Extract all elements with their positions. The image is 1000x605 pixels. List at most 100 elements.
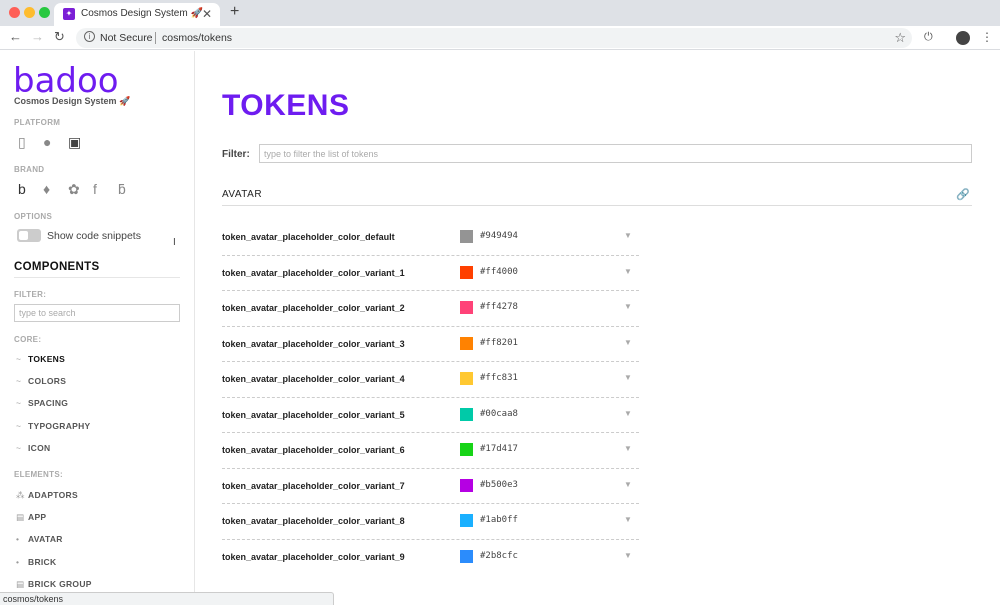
sidebar-item-icon[interactable]: ~ ICON [16, 443, 50, 453]
apple-icon[interactable]: ● [43, 134, 68, 150]
token-row[interactable]: token_avatar_placeholder_color_variant_3… [222, 327, 639, 362]
sidebar-item-label: APP [28, 512, 47, 522]
reload-icon[interactable]: ↻ [54, 29, 65, 45]
chevron-down-icon[interactable]: ▼ [624, 409, 632, 418]
sidebar: badoo Cosmos Design System 🚀 PLATFORM ▯ ●… [0, 51, 195, 605]
token-row[interactable]: token_avatar_placeholder_color_variant_6… [222, 433, 639, 469]
security-label: Not Secure [100, 32, 153, 44]
color-swatch [460, 407, 473, 421]
token-name: token_avatar_placeholder_color_variant_3 [222, 338, 405, 349]
address-divider [155, 32, 156, 44]
info-icon[interactable]: i [84, 31, 95, 42]
bumble-brand-icon[interactable]: ƃ [118, 181, 143, 197]
badoo-favicon-icon: ✦ [63, 8, 75, 20]
power-icon[interactable]: ⏻ [924, 31, 933, 44]
sidebar-item-avatar[interactable]: • AVATAR [16, 534, 63, 544]
core-label: CORE: [14, 335, 42, 344]
color-swatch [460, 372, 473, 385]
address-bar[interactable]: i Not Secure cosmos/tokens ☆ [76, 28, 912, 48]
token-hex-value: #17d417 [480, 444, 518, 454]
chevron-down-icon[interactable]: ▼ [624, 267, 632, 276]
window-close-button[interactable] [9, 7, 20, 18]
color-swatch [460, 301, 473, 314]
web-platform-icon[interactable]: ▯ [18, 134, 43, 151]
kebab-menu-icon[interactable]: ⋮ [981, 30, 993, 44]
token-hex-value: #ff4000 [480, 266, 518, 277]
sidebar-item-adaptors[interactable]: ⁂ ADAPTORS [16, 490, 78, 501]
chevron-down-icon[interactable]: ▼ [624, 515, 632, 524]
chevron-down-icon[interactable]: ▼ [624, 302, 632, 311]
sidebar-item-label: SPACING [28, 398, 69, 408]
close-tab-icon[interactable]: ✕ [202, 7, 212, 21]
sidebar-item-colors[interactable]: ~ COLORS [16, 376, 66, 386]
color-swatch [460, 265, 473, 279]
brand-icons: b ♦ ✿ f ƃ [18, 181, 143, 198]
profile-avatar[interactable] [956, 31, 970, 45]
sidebar-item-tokens[interactable]: ~ TOKENS [16, 354, 65, 364]
token-row[interactable]: token_avatar_placeholder_color_variant_9… [222, 540, 639, 576]
item-bullet: ~ [16, 443, 22, 453]
sidebar-item-label: TYPOGRAPHY [28, 421, 91, 431]
window-minimize-button[interactable] [24, 7, 35, 18]
badoo-brand-icon[interactable]: b [18, 181, 43, 197]
sidebar-item-brick[interactable]: • BRICK [16, 557, 56, 567]
android-icon[interactable]: ▣ [68, 134, 93, 151]
token-row[interactable]: token_avatar_placeholder_color_variant_4… [222, 362, 639, 398]
token-name: token_avatar_placeholder_color_default [222, 232, 395, 242]
status-bar-url: cosmos/tokens [0, 592, 334, 605]
chevron-down-icon[interactable]: ▼ [624, 338, 632, 347]
new-tab-button[interactable]: + [230, 3, 239, 21]
color-swatch [460, 549, 473, 563]
brand-label: BRAND [14, 165, 45, 174]
token-row[interactable]: token_avatar_placeholder_color_default #9… [222, 220, 639, 256]
sidebar-item-spacing[interactable]: ~ SPACING [16, 398, 68, 408]
token-row[interactable]: token_avatar_placeholder_color_variant_8… [222, 504, 639, 540]
section-divider [222, 205, 972, 206]
forward-arrow-icon[interactable]: → [31, 29, 44, 44]
token-hex-value: #949494 [480, 231, 518, 241]
sidebar-item-typography[interactable]: ~ TYPOGRAPHY [16, 421, 91, 431]
color-swatch [460, 230, 473, 243]
component-search-input[interactable]: type to search [14, 304, 180, 322]
bookmark-star-icon[interactable]: ☆ [894, 30, 906, 46]
url-text[interactable]: cosmos/tokens [162, 32, 232, 44]
color-swatch [460, 514, 473, 527]
sidebar-item-app[interactable]: ▤ APP [16, 512, 46, 523]
token-name: token_avatar_placeholder_color_variant_9 [222, 551, 405, 562]
tab-title: Cosmos Design System 🚀 [81, 8, 203, 19]
code-snippets-toggle[interactable] [17, 229, 41, 242]
sidebar-item-label: AVATAR [28, 534, 63, 544]
token-row[interactable]: token_avatar_placeholder_color_variant_2… [222, 291, 639, 327]
item-bullet: ~ [16, 354, 22, 364]
browser-toolbar: ← → ↻ i Not Secure cosmos/tokens ☆ ⏻ ⋮ [0, 26, 1000, 50]
sidebar-item-label: BRICK GROUP [28, 579, 92, 589]
avatar-icon: • [16, 534, 20, 544]
fiesta-brand-icon[interactable]: f [93, 181, 118, 197]
chevron-down-icon[interactable]: ▼ [624, 444, 632, 453]
code-snippets-label[interactable]: Show code snippets [47, 230, 141, 242]
back-arrow-icon[interactable]: ← [9, 29, 22, 44]
app-icon: ▤ [16, 512, 25, 522]
token-name: token_avatar_placeholder_color_variant_8 [222, 516, 405, 526]
blendr-brand-icon[interactable]: ♦ [43, 181, 68, 197]
token-row[interactable]: token_avatar_placeholder_color_variant_5… [222, 398, 639, 433]
platform-icons: ▯ ● ▣ [18, 134, 93, 151]
token-filter-input[interactable]: type to filter the list of tokens [259, 144, 972, 163]
token-row[interactable]: token_avatar_placeholder_color_variant_7… [222, 469, 639, 504]
filter-label: Filter: [222, 149, 250, 160]
chevron-down-icon[interactable]: ▼ [624, 480, 632, 489]
token-hex-value: #00caa8 [480, 408, 518, 419]
window-maximize-button[interactable] [39, 7, 50, 18]
chevron-down-icon[interactable]: ▼ [624, 373, 632, 382]
elements-label: ELEMENTS: [14, 470, 63, 479]
chevron-down-icon[interactable]: ▼ [624, 231, 632, 240]
hotornot-brand-icon[interactable]: ✿ [68, 181, 93, 198]
sidebar-item-brick-group[interactable]: ▤ BRICK GROUP [16, 579, 92, 590]
link-icon[interactable]: 🔗 [956, 188, 970, 201]
chevron-down-icon[interactable]: ▼ [624, 551, 632, 560]
token-name: token_avatar_placeholder_color_variant_4 [222, 374, 405, 384]
token-name: token_avatar_placeholder_color_variant_6 [222, 445, 405, 455]
badoo-logo[interactable]: badoo [13, 61, 119, 101]
browser-tab[interactable]: ✦ Cosmos Design System 🚀 ✕ [54, 3, 220, 26]
token-row[interactable]: token_avatar_placeholder_color_variant_1… [222, 256, 639, 291]
